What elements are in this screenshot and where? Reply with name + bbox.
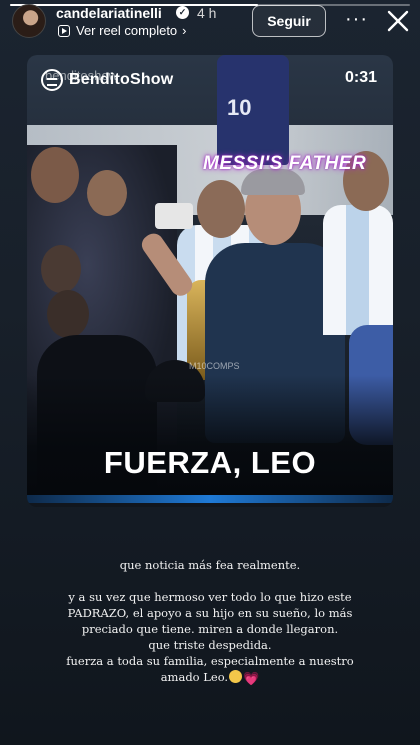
caption-last-line: amado Leo. 💗 <box>40 669 380 688</box>
caption-line: PADRAZO, el apoyo a su hijo en su sueño,… <box>67 606 353 620</box>
brand-logo: BenditoShow <box>41 69 173 91</box>
caption-line: preciado que tiene. miren a donde llegar… <box>81 622 339 636</box>
brand-name: BenditoShow <box>69 71 174 88</box>
story-caption-body: y a su vez que hermoso ver todo lo que h… <box>40 589 380 688</box>
post-time: 4 h <box>197 5 217 21</box>
username[interactable]: candelariatinelli <box>56 5 162 21</box>
shared-reel-card[interactable]: 10 benditoshow BenditoShow 0:31 MESSI'S … <box>27 55 393 507</box>
reel-icon <box>58 24 70 37</box>
caption-line: y a su vez que hermoso ver todo lo que h… <box>68 590 352 604</box>
caption-line: fuerza a toda su familia, especialmente … <box>66 654 354 668</box>
verified-badge-icon: ✓ <box>176 6 189 19</box>
brand-logo-icon <box>41 69 63 91</box>
close-icon[interactable] <box>386 9 410 33</box>
caption-line: que noticia más fea realmente. <box>119 558 301 572</box>
caption-line: que triste despedida. <box>148 638 272 652</box>
story-caption-intro: que noticia más fea realmente. <box>40 557 380 573</box>
caption-line: amado Leo. <box>160 670 229 684</box>
reel-video-thumbnail: 10 <box>27 55 393 495</box>
story-viewer[interactable]: candelariatinelli ✓ 4 h Ver reel complet… <box>0 0 420 745</box>
video-duration: 0:31 <box>344 69 377 86</box>
video-title: FUERZA, LEO <box>103 445 317 480</box>
reel-accent-bar <box>27 495 393 503</box>
follow-button[interactable]: Seguir <box>252 5 326 37</box>
view-full-reel-link[interactable]: Ver reel completo › <box>58 23 187 38</box>
avatar[interactable] <box>12 4 46 38</box>
story-header: candelariatinelli ✓ 4 h Ver reel complet… <box>0 0 420 48</box>
video-overlay-caption: MESSI'S FATHER <box>203 153 367 174</box>
chevron-right-icon: › <box>182 23 187 38</box>
view-full-reel-label: Ver reel completo <box>76 23 178 38</box>
pleading-face-icon <box>229 670 243 683</box>
video-credit: M10COMPS <box>189 361 240 371</box>
more-options-icon[interactable]: ··· <box>345 8 367 30</box>
pink-heart-icon: 💗 <box>243 672 260 687</box>
